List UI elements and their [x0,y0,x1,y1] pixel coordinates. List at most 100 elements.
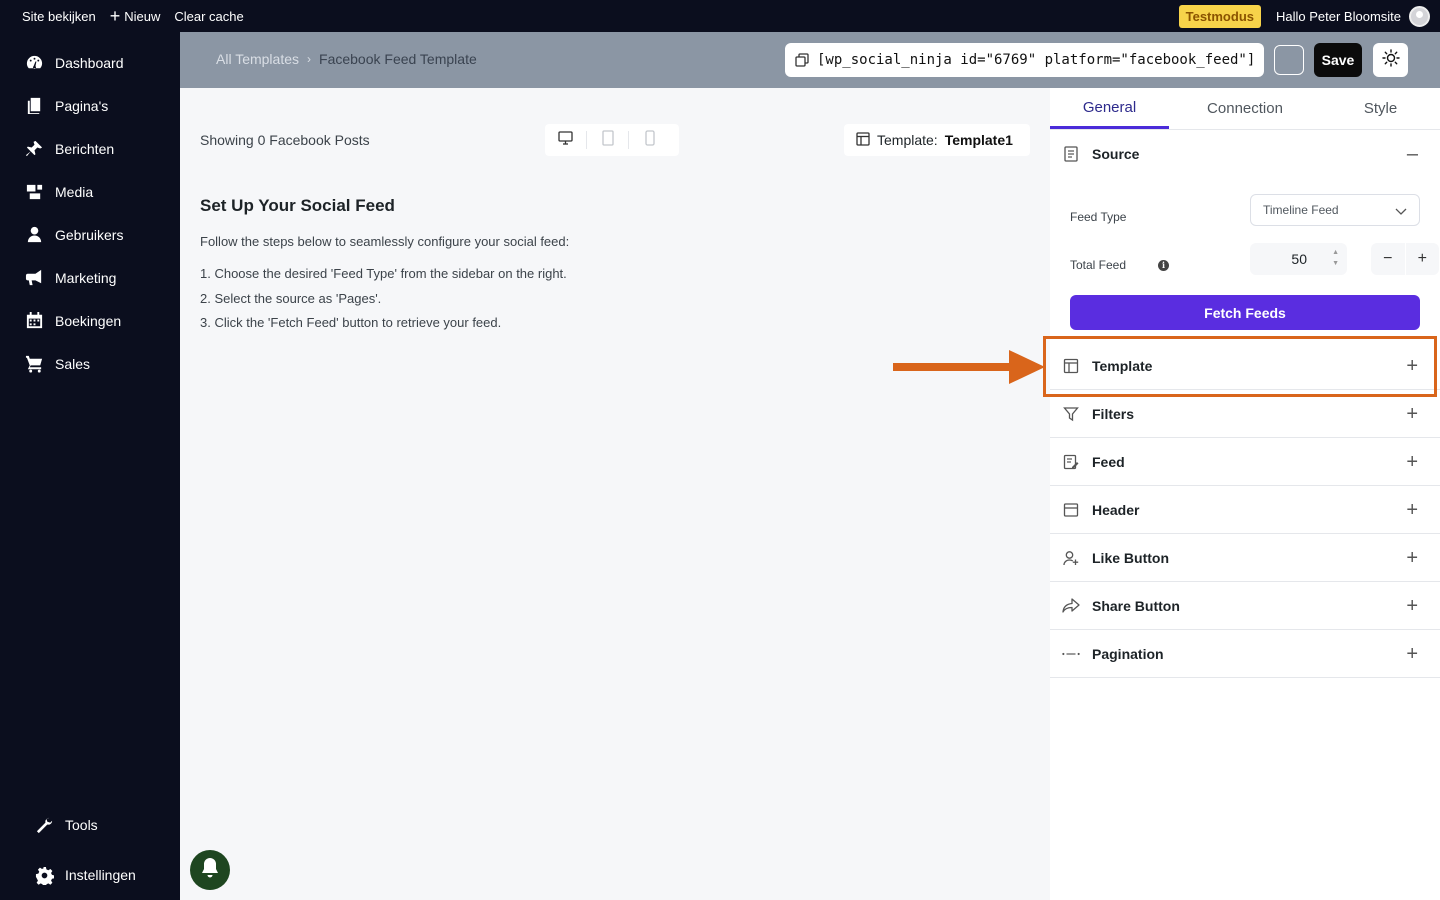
sidebar-item-marketing[interactable]: Marketing [0,256,180,299]
info-icon[interactable]: i [1158,260,1169,271]
section-label: Header [1092,501,1140,518]
section-pagination-header[interactable]: Pagination + [1050,630,1440,678]
chevron-down-icon [1395,205,1407,219]
annotation-arrow-icon [893,350,1045,384]
user-icon [24,225,44,245]
edit-icon [1062,453,1080,471]
plus-icon: + [1406,450,1418,473]
template-icon [856,131,870,149]
copy-icon [795,53,809,67]
device-switcher [545,124,679,156]
section-label: Feed [1092,453,1125,470]
gear-icon [34,865,54,885]
section-header-header[interactable]: Header + [1050,486,1440,534]
setup-title: Set Up Your Social Feed [200,196,395,215]
share-icon [1062,597,1080,615]
tab-connection[interactable]: Connection [1169,88,1321,129]
sidebar-item-tools[interactable]: Tools [10,800,180,850]
view-site-link[interactable]: Site bekijken [0,0,103,32]
template-selector[interactable]: Template: Template1 [844,124,1030,156]
total-feed-input[interactable]: 50 ▲ ▼ [1250,243,1347,275]
save-button[interactable]: Save [1314,43,1362,77]
admin-bar: Site bekijken + Nieuw Clear cache Testmo… [0,0,1440,32]
section-label: Template [1092,357,1153,374]
total-feed-value: 50 [1291,251,1307,267]
sidebar-item-settings[interactable]: Instellingen [10,850,180,900]
plus-icon: + [1406,354,1418,377]
section-feed-header[interactable]: Feed + [1050,438,1440,486]
sidebar-item-label: Sales [55,355,91,372]
mobile-view-button[interactable] [629,124,670,156]
section-source-header[interactable]: Source – [1050,130,1440,178]
breadcrumb: All Templates › Facebook Feed Template [216,51,477,67]
section-like-button-header[interactable]: Like Button + [1050,534,1440,582]
decrement-button[interactable]: − [1371,243,1406,275]
sidebar-item-label: Media [55,183,94,200]
new-menu[interactable]: + Nieuw [103,0,168,32]
howdy-text: Hallo Peter Bloomsite [1276,8,1401,24]
feed-type-row: Feed Type Timeline Feed [1070,194,1420,242]
plus-icon: + [109,6,121,26]
shortcode-copy-field[interactable]: [wp_social_ninja id="6769" platform="fac… [785,43,1264,77]
sun-icon [1381,48,1400,72]
breadcrumb-all-templates[interactable]: All Templates [216,51,299,67]
shortcode-text: [wp_social_ninja id="6769" platform="fac… [817,52,1256,68]
plus-icon: + [1406,594,1418,617]
clear-cache-link[interactable]: Clear cache [167,0,250,32]
sidebar-item-dashboard[interactable]: Dashboard [0,41,180,84]
theme-toggle-button[interactable] [1373,43,1408,77]
preview-area: Showing 0 Facebook Posts Template: Templ… [180,88,1050,900]
new-label: Nieuw [124,8,161,24]
megaphone-icon [24,268,44,288]
section-label: Like Button [1092,549,1169,566]
breadcrumb-current: Facebook Feed Template [319,51,477,67]
sidebar-item-bookings[interactable]: Boekingen [0,299,180,342]
empty-action-button[interactable] [1274,45,1304,75]
pin-icon [24,139,44,159]
template-label: Template: [877,132,938,148]
tab-style[interactable]: Style [1321,88,1440,129]
account-menu[interactable]: Hallo Peter Bloomsite [1276,5,1430,27]
feed-type-label: Feed Type [1070,210,1127,224]
total-feed-label: Total Feed [1070,258,1127,272]
setup-step: 1. Choose the desired 'Feed Type' from t… [200,266,567,281]
plus-icon: + [1406,402,1418,425]
tablet-icon [601,129,614,151]
sidebar-item-pages[interactable]: Pagina's [0,84,180,127]
sidebar-item-label: Tools [65,817,98,833]
section-share-button-header[interactable]: Share Button + [1050,582,1440,630]
setup-steps: 1. Choose the desired 'Feed Type' from t… [200,266,567,340]
user-add-icon [1062,549,1080,567]
increment-button[interactable]: + [1406,243,1440,275]
header-icon [1062,501,1080,519]
total-feed-stepper: − + [1371,243,1439,275]
tablet-view-button[interactable] [587,124,628,156]
setup-step: 2. Select the source as 'Pages'. [200,290,382,306]
document-icon [1062,145,1080,163]
template-value: Template1 [944,132,1013,148]
desktop-view-button[interactable] [545,124,586,156]
section-filters-header[interactable]: Filters + [1050,390,1440,438]
section-label: Filters [1092,405,1135,422]
spinner-arrows-icon[interactable]: ▲ ▼ [1332,247,1339,269]
tab-general[interactable]: General [1050,88,1169,129]
sidebar-item-sales[interactable]: Sales [0,342,180,385]
sidebar-item-posts[interactable]: Berichten [0,127,180,170]
setup-step: 3. Click the 'Fetch Feed' button to retr… [200,315,502,330]
feed-type-value: Timeline Feed [1263,203,1339,217]
section-label: Share Button [1092,597,1180,614]
feed-type-select[interactable]: Timeline Feed [1250,194,1420,226]
wrench-icon [34,815,54,835]
chevron-right-icon: › [307,52,312,66]
media-icon [24,182,44,202]
sidebar-item-media[interactable]: Media [0,170,180,213]
sidebar-item-label: Berichten [55,140,115,157]
desktop-icon [558,130,573,150]
section-template-header[interactable]: Template + [1050,342,1440,390]
sidebar-item-users[interactable]: Gebruikers [0,213,180,256]
test-mode-badge[interactable]: Testmodus [1178,4,1261,28]
cart-icon [24,354,44,374]
bell-icon [200,857,220,884]
fetch-feeds-button[interactable]: Fetch Feeds [1070,295,1420,330]
notification-bell-button[interactable] [190,850,230,890]
